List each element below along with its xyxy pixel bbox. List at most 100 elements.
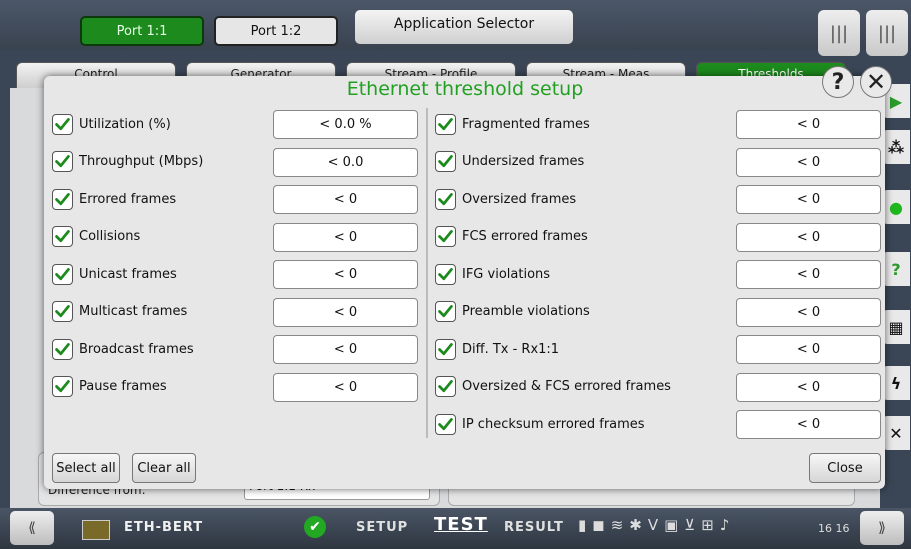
threshold-value-field[interactable]: < 0	[273, 297, 418, 327]
panel-menu-icon-2[interactable]: |||	[866, 10, 908, 56]
threshold-row: IP checksum errored frames	[435, 409, 645, 439]
threshold-label: IFG violations	[462, 266, 551, 282]
select-all-button[interactable]: Select all	[52, 453, 120, 483]
module-icon	[82, 520, 110, 540]
setup-tab[interactable]: SETUP	[356, 520, 408, 535]
threshold-value-field[interactable]: < 0	[736, 222, 881, 252]
threshold-checkbox[interactable]	[52, 188, 73, 210]
threshold-value-field[interactable]: < 0	[273, 372, 418, 402]
status-icons: ▮◼≋✱V▣⊻⊞♪	[578, 516, 736, 534]
checkmark-icon	[55, 342, 70, 355]
checkmark-icon	[438, 230, 453, 243]
threshold-label: Fragmented frames	[462, 116, 590, 132]
network-icon[interactable]: ⁂	[882, 130, 910, 164]
ok-status-icon: ✔	[304, 516, 326, 538]
panel-menu-icon[interactable]: |||	[818, 10, 860, 56]
threshold-label: Throughput (Mbps)	[79, 154, 204, 169]
threshold-label: IP checksum errored frames	[462, 416, 645, 432]
checkmark-icon	[55, 192, 70, 205]
status-led-icon: ●	[882, 190, 910, 224]
threshold-value-field[interactable]: < 0	[736, 185, 881, 214]
threshold-label: Oversized & FCS errored frames	[462, 379, 671, 394]
threshold-row: Unicast frames	[52, 259, 177, 289]
close-icon[interactable]: ✕	[860, 66, 892, 98]
close-button[interactable]: Close	[809, 453, 881, 483]
threshold-value-field[interactable]: < 0	[736, 147, 881, 177]
checkmark-icon	[438, 380, 453, 393]
threshold-checkbox[interactable]	[435, 263, 456, 285]
checkmark-icon	[55, 155, 70, 168]
report-icon[interactable]: ▦	[882, 310, 910, 344]
threshold-checkbox[interactable]	[52, 113, 73, 135]
threshold-value-field[interactable]: < 0.0	[273, 147, 418, 177]
threshold-checkbox[interactable]	[52, 263, 73, 285]
threshold-checkbox[interactable]	[52, 151, 73, 172]
threshold-label: Undersized frames	[462, 154, 585, 169]
checkmark-icon	[55, 267, 70, 280]
threshold-row: Fragmented frames	[435, 109, 590, 139]
threshold-value-field[interactable]: < 0.0 %	[273, 110, 418, 139]
dialog-title: Ethernet threshold setup	[346, 78, 584, 100]
result-tab[interactable]: RESULT	[504, 520, 564, 535]
threshold-checkbox[interactable]	[435, 226, 456, 247]
checkmark-icon	[438, 192, 453, 205]
threshold-label: Broadcast frames	[79, 341, 194, 357]
scroll-right-icon[interactable]: ⟫	[860, 511, 904, 545]
close-rail-icon[interactable]: ✕	[882, 416, 910, 450]
application-selector-button[interactable]: Application Selector	[355, 10, 573, 44]
checkmark-icon	[438, 342, 453, 355]
threshold-value-field[interactable]: < 0	[736, 260, 881, 289]
app-name: ETH-BERT	[124, 520, 204, 535]
help-rail-icon[interactable]: ?	[882, 252, 910, 286]
threshold-checkbox[interactable]	[435, 413, 456, 435]
threshold-value-field[interactable]: < 0	[736, 110, 881, 139]
threshold-row: Collisions	[52, 222, 140, 252]
threshold-row: Errored frames	[52, 184, 176, 214]
threshold-checkbox[interactable]	[435, 188, 456, 210]
scroll-left-icon[interactable]: ⟪	[10, 511, 54, 545]
threshold-row: IFG violations	[435, 259, 550, 289]
threshold-row: Utilization (%)	[52, 109, 171, 139]
threshold-value-field[interactable]: < 0	[273, 185, 418, 214]
threshold-checkbox[interactable]	[52, 376, 73, 397]
port-1-2-button[interactable]: Port 1:2	[214, 16, 338, 46]
threshold-label: Oversized frames	[462, 191, 577, 207]
threshold-label: FCS errored frames	[462, 229, 588, 244]
threshold-row: FCS errored frames	[435, 222, 588, 252]
lightning-icon[interactable]: ϟ	[882, 366, 910, 400]
threshold-checkbox[interactable]	[435, 113, 456, 135]
threshold-checkbox[interactable]	[435, 376, 456, 397]
threshold-checkbox[interactable]	[435, 151, 456, 172]
threshold-checkbox[interactable]	[435, 338, 456, 360]
threshold-checkbox[interactable]	[52, 301, 73, 322]
checkmark-icon	[55, 117, 70, 130]
threshold-row: Multicast frames	[52, 297, 187, 327]
checkmark-icon	[55, 305, 70, 318]
threshold-value-field[interactable]: < 0	[736, 372, 881, 402]
threshold-label: Preamble violations	[462, 304, 590, 319]
test-tab[interactable]: TEST	[434, 514, 488, 535]
clock: 16 16	[818, 522, 850, 535]
threshold-row: Oversized frames	[435, 184, 576, 214]
threshold-value-field[interactable]: < 0	[273, 335, 418, 364]
threshold-label: Pause frames	[79, 379, 167, 394]
threshold-label: Unicast frames	[79, 266, 177, 282]
threshold-row: Broadcast frames	[52, 334, 194, 364]
threshold-label: Diff. Tx - Rx1:1	[462, 341, 560, 357]
threshold-checkbox[interactable]	[52, 338, 73, 360]
threshold-value-field[interactable]: < 0	[273, 260, 418, 289]
threshold-label: Collisions	[79, 229, 141, 244]
threshold-label: Utilization (%)	[79, 116, 171, 132]
help-icon[interactable]: ?	[822, 66, 854, 98]
threshold-row: Preamble violations	[435, 297, 590, 327]
threshold-checkbox[interactable]	[435, 301, 456, 322]
threshold-value-field[interactable]: < 0	[736, 297, 881, 327]
clear-all-button[interactable]: Clear all	[132, 453, 196, 483]
threshold-label: Multicast frames	[79, 304, 188, 319]
threshold-value-field[interactable]: < 0	[273, 222, 418, 252]
threshold-value-field[interactable]: < 0	[736, 410, 881, 439]
checkmark-icon	[55, 380, 70, 393]
threshold-value-field[interactable]: < 0	[736, 335, 881, 364]
port-1-1-button[interactable]: Port 1:1	[80, 16, 204, 46]
threshold-checkbox[interactable]	[52, 226, 73, 247]
